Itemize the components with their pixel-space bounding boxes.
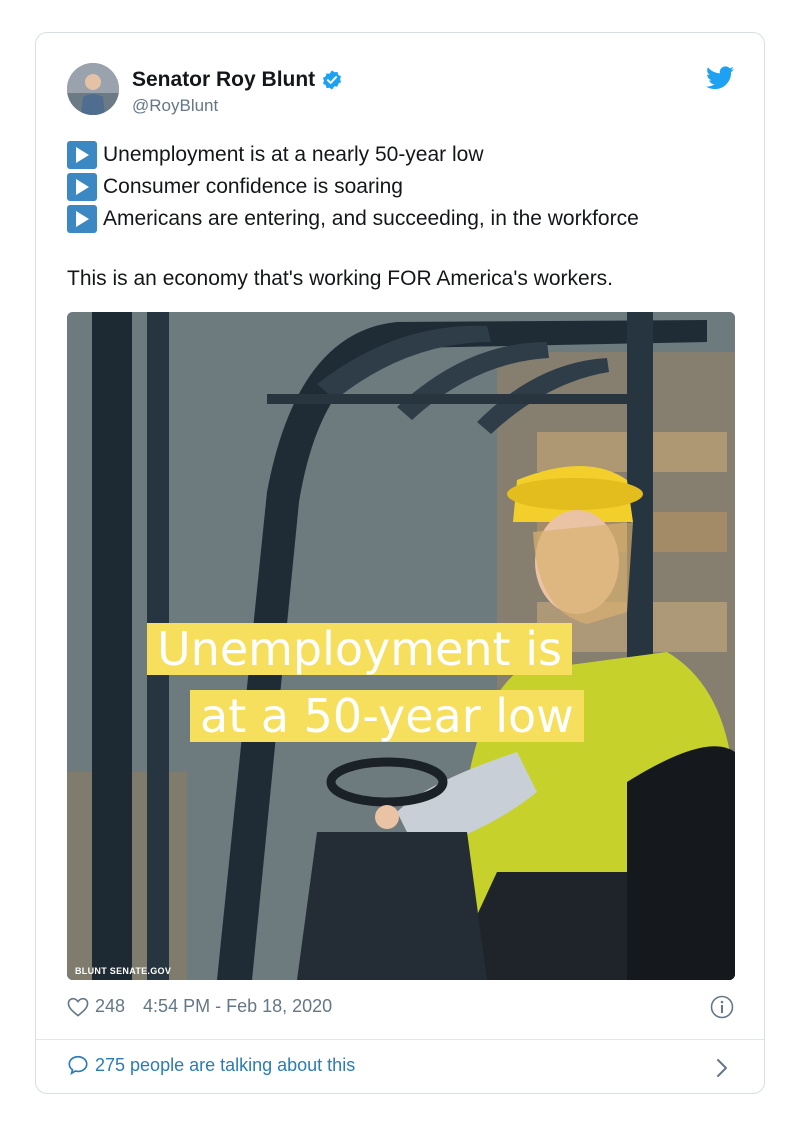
bullet-text: Americans are entering, and succeeding, … bbox=[103, 207, 639, 230]
heart-icon[interactable] bbox=[67, 997, 89, 1017]
play-button-icon bbox=[67, 205, 97, 233]
conversation-link[interactable]: 275 people are talking about this bbox=[67, 1054, 355, 1076]
bullet-line: Americans are entering, and succeeding, … bbox=[67, 203, 639, 235]
play-button-icon bbox=[67, 173, 97, 201]
timestamp[interactable]: 4:54 PM - Feb 18, 2020 bbox=[143, 996, 332, 1017]
play-button-icon bbox=[67, 141, 97, 169]
tweet-statement: This is an economy that's working FOR Am… bbox=[67, 267, 614, 290]
bullet-line: Consumer confidence is soaring bbox=[67, 171, 639, 203]
media-caption-line-1: Unemployment is bbox=[147, 623, 572, 675]
talking-count-text[interactable]: 275 people are talking about this bbox=[95, 1055, 355, 1076]
verified-badge-icon bbox=[323, 70, 342, 90]
info-icon[interactable] bbox=[710, 995, 734, 1019]
like-count[interactable]: 248 bbox=[95, 996, 125, 1017]
divider bbox=[36, 1039, 764, 1040]
media-caption-line-2: at a 50-year low bbox=[190, 690, 584, 742]
handle[interactable]: @RoyBlunt bbox=[132, 96, 218, 116]
bullet-text: Consumer confidence is soaring bbox=[103, 175, 403, 198]
tweet-media-image[interactable]: Unemployment is at a 50-year low BLUNT S… bbox=[67, 312, 735, 980]
media-watermark: BLUNT SENATE.GOV bbox=[75, 966, 172, 976]
twitter-bird-icon[interactable] bbox=[706, 66, 734, 90]
speech-bubble-icon bbox=[68, 1055, 88, 1075]
bullet-text: Unemployment is at a nearly 50-year low bbox=[103, 143, 484, 166]
display-name[interactable]: Senator Roy Blunt bbox=[132, 68, 315, 92]
chevron-right-icon[interactable] bbox=[715, 1057, 729, 1079]
bullet-line: Unemployment is at a nearly 50-year low bbox=[67, 139, 639, 171]
avatar[interactable] bbox=[67, 63, 119, 115]
tweet-card[interactable]: Senator Roy Blunt @RoyBlunt Unemployment… bbox=[35, 32, 765, 1094]
